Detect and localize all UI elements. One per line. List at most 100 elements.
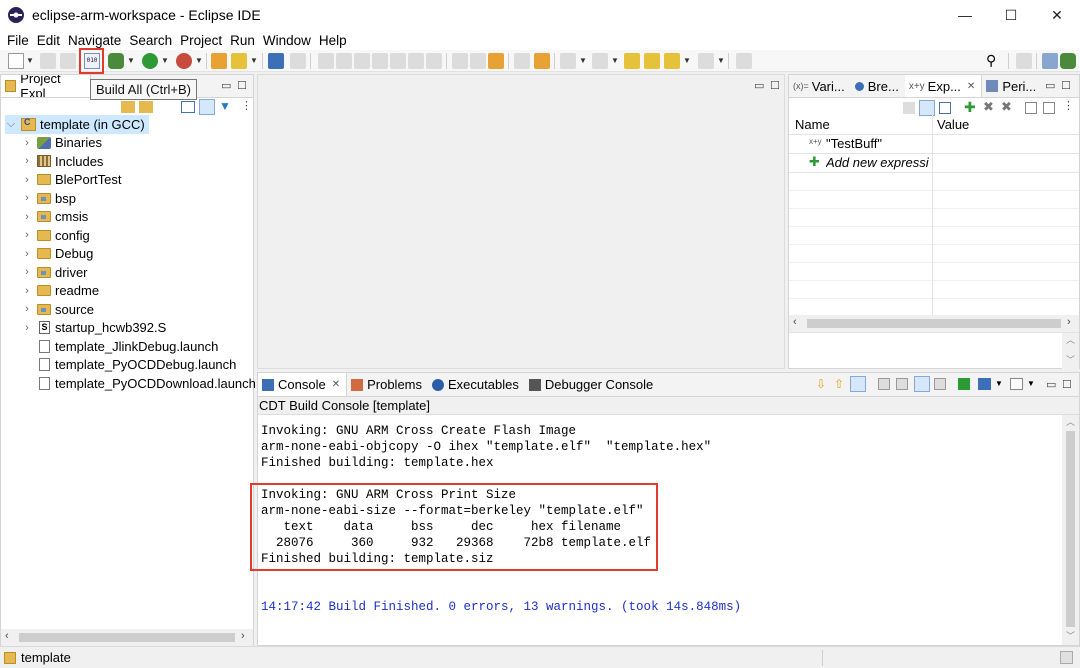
forward-icon[interactable] — [698, 53, 714, 69]
view-menu-icon[interactable]: ⋮ — [241, 99, 252, 112]
link-editor-icon[interactable] — [199, 99, 215, 115]
chevron-right-icon[interactable]: › — [21, 155, 33, 167]
launch-dropdown-icon[interactable]: ▼ — [250, 56, 258, 65]
last-edit-icon[interactable] — [624, 53, 640, 69]
collapse-all-icon[interactable] — [181, 101, 195, 113]
remove-expression-icon[interactable]: ✖ — [983, 99, 994, 115]
scroll-lock-icon[interactable] — [850, 376, 866, 392]
tab-peripherals[interactable]: Peri... — [982, 75, 1042, 97]
scroll-down-icon[interactable]: ﹀ — [1066, 629, 1075, 642]
back-icon[interactable] — [644, 53, 660, 69]
debug-perspective-icon[interactable] — [1060, 53, 1076, 69]
filter-icon[interactable]: ▼ — [219, 99, 231, 113]
add-expression-row[interactable]: ✚ Add new expressi — [789, 154, 1079, 173]
chevron-right-icon[interactable]: › — [21, 322, 33, 334]
expression-detail-pane[interactable]: ︿ ﹀ — [789, 332, 1079, 369]
remove-all-icon[interactable]: ✖ — [1001, 99, 1012, 115]
menu-help[interactable]: Help — [315, 33, 351, 48]
menu-window[interactable]: Window — [259, 33, 315, 48]
chevron-right-icon[interactable]: › — [21, 211, 33, 223]
pin-view-icon[interactable] — [1025, 102, 1037, 114]
scroll-up-icon[interactable]: ︿ — [1066, 415, 1075, 428]
chevron-right-icon[interactable]: › — [21, 285, 33, 297]
menu-navigate[interactable]: Navigate — [64, 33, 125, 48]
close-tab-icon[interactable]: ✕ — [332, 379, 340, 390]
menu-run[interactable]: Run — [226, 33, 259, 48]
open-console-icon[interactable] — [1010, 378, 1023, 390]
open-console-dropdown-icon[interactable]: ▼ — [1027, 379, 1035, 388]
minimize-view-icon[interactable]: ▭ — [1045, 79, 1055, 92]
tab-breakpoints[interactable]: Bre... — [851, 75, 905, 97]
minimize-button[interactable]: — — [942, 0, 988, 30]
scrollbar-thumb[interactable] — [19, 633, 235, 642]
reset-icon[interactable] — [488, 53, 504, 69]
scroll-right-icon[interactable]: › — [1067, 316, 1071, 328]
tree-item-launch-file[interactable]: template_PyOCDDebug.launch — [37, 356, 236, 375]
tree-item-source[interactable]: › source — [21, 300, 94, 319]
tree-item-includes[interactable]: › Includes — [21, 152, 103, 171]
run-icon[interactable] — [142, 53, 158, 69]
console-icon[interactable] — [268, 53, 284, 69]
tree-item-readme[interactable]: › readme — [21, 282, 99, 301]
run-dropdown-icon[interactable]: ▼ — [161, 56, 169, 65]
build-dropdown-icon[interactable]: ▼ — [127, 56, 135, 65]
terminate-icon[interactable] — [354, 53, 370, 69]
open-perspective-icon[interactable] — [1016, 53, 1032, 69]
expression-row[interactable]: x+y "TestBuff" — [789, 135, 1079, 154]
menu-search[interactable]: Search — [125, 33, 176, 48]
copy-icon[interactable] — [878, 378, 890, 390]
new-view-icon[interactable] — [1043, 102, 1055, 114]
column-header-name[interactable]: Name — [795, 117, 830, 132]
clear-console-icon[interactable] — [896, 378, 908, 390]
open-type-icon[interactable] — [211, 53, 227, 69]
display-console-dropdown-icon[interactable]: ▼ — [995, 379, 1003, 388]
prev-annotation-icon[interactable] — [592, 53, 608, 69]
show-logical-structure-icon[interactable] — [919, 100, 935, 116]
menu-file[interactable]: File — [3, 33, 33, 48]
tree-item-binaries[interactable]: › Binaries — [21, 134, 102, 153]
chevron-right-icon[interactable]: › — [21, 229, 33, 241]
tab-problems[interactable]: Problems — [347, 374, 428, 396]
debug-icon[interactable] — [176, 53, 192, 69]
maximize-button[interactable]: ☐ — [988, 0, 1034, 30]
tree-item-bleporttest[interactable]: › BlePortTest — [21, 171, 121, 190]
skip-breakpoints-icon[interactable] — [290, 53, 306, 69]
scroll-left-icon[interactable]: ‹ — [5, 630, 9, 642]
drop-frame-icon[interactable] — [470, 53, 486, 69]
scrollbar-thumb[interactable] — [807, 319, 1061, 328]
horizontal-scrollbar[interactable]: ‹ › — [1, 629, 253, 646]
save-icon[interactable] — [40, 53, 56, 69]
maximize-view-icon[interactable]: ☐ — [1061, 79, 1071, 92]
collapse-all-icon[interactable] — [939, 102, 951, 114]
add-expression-icon[interactable]: ✚ — [964, 99, 976, 116]
tree-item-launch-file[interactable]: template_PyOCDDownload.launch — [37, 374, 256, 393]
cpp-perspective-icon[interactable] — [1042, 53, 1058, 69]
scroll-left-icon[interactable]: ‹ — [793, 316, 797, 328]
chevron-right-icon[interactable]: › — [21, 248, 33, 260]
tree-item-project[interactable]: ⌵ template (in GCC) — [5, 115, 149, 134]
scroll-up-icon[interactable]: ︿ — [1066, 333, 1075, 346]
forward-nav-icon[interactable] — [139, 101, 153, 113]
tree-item-cmsis[interactable]: › cmsis — [21, 208, 88, 227]
minimize-view-icon[interactable]: ▭ — [1046, 378, 1056, 391]
chevron-right-icon[interactable]: › — [21, 303, 33, 315]
step-into-icon[interactable] — [390, 53, 406, 69]
maximize-view-icon[interactable]: ☐ — [770, 79, 780, 92]
save-all-icon[interactable] — [60, 53, 76, 69]
suspend-icon[interactable] — [336, 53, 352, 69]
tree-item-bsp[interactable]: › bsp — [21, 189, 76, 208]
scroll-down-icon[interactable]: ﹀ — [1066, 353, 1075, 366]
horizontal-scrollbar[interactable]: ‹ › — [789, 315, 1079, 332]
back-dropdown-icon[interactable]: ▼ — [683, 56, 691, 65]
chevron-down-icon[interactable]: ⌵ — [5, 118, 17, 131]
tree-item-driver[interactable]: › driver — [21, 263, 87, 282]
tab-console[interactable]: Console ✕ — [258, 373, 348, 396]
view-menu-icon[interactable]: ⋮ — [1063, 99, 1074, 112]
column-header-value[interactable]: Value — [937, 117, 969, 132]
tree-item-startup-file[interactable]: › S startup_hcwb392.S — [21, 319, 166, 338]
chevron-right-icon[interactable]: › — [21, 266, 33, 278]
step-over-icon[interactable] — [408, 53, 424, 69]
minimize-view-icon[interactable]: ▭ — [221, 79, 231, 92]
prev-annotation-dropdown-icon[interactable]: ▼ — [611, 56, 619, 65]
menu-project[interactable]: Project — [176, 33, 226, 48]
